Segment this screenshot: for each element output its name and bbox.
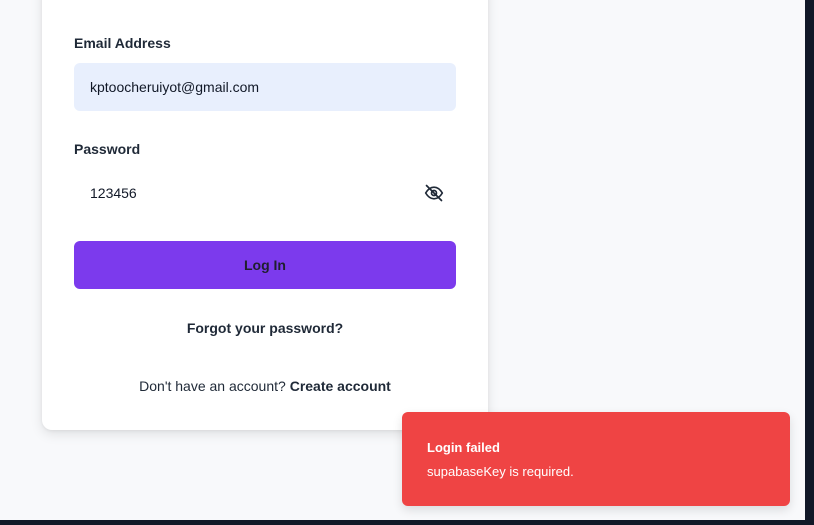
signup-row: Don't have an account? Create account [42, 378, 488, 394]
email-input[interactable] [74, 63, 456, 111]
password-input[interactable] [74, 169, 456, 217]
login-card: Email Address Password Log In Forgot you… [42, 0, 488, 430]
create-account-link[interactable]: Create account [290, 378, 391, 394]
toast-message: supabaseKey is required. [427, 464, 574, 479]
password-label: Password [74, 141, 141, 157]
eye-off-icon[interactable] [422, 181, 446, 205]
login-button[interactable]: Log In [74, 241, 456, 289]
signup-prompt: Don't have an account? [139, 378, 290, 394]
error-toast[interactable]: Login failed supabaseKey is required. [402, 412, 790, 506]
email-label: Email Address [74, 35, 171, 51]
forgot-password-link[interactable]: Forgot your password? [42, 320, 488, 336]
toast-title: Login failed [427, 440, 500, 455]
